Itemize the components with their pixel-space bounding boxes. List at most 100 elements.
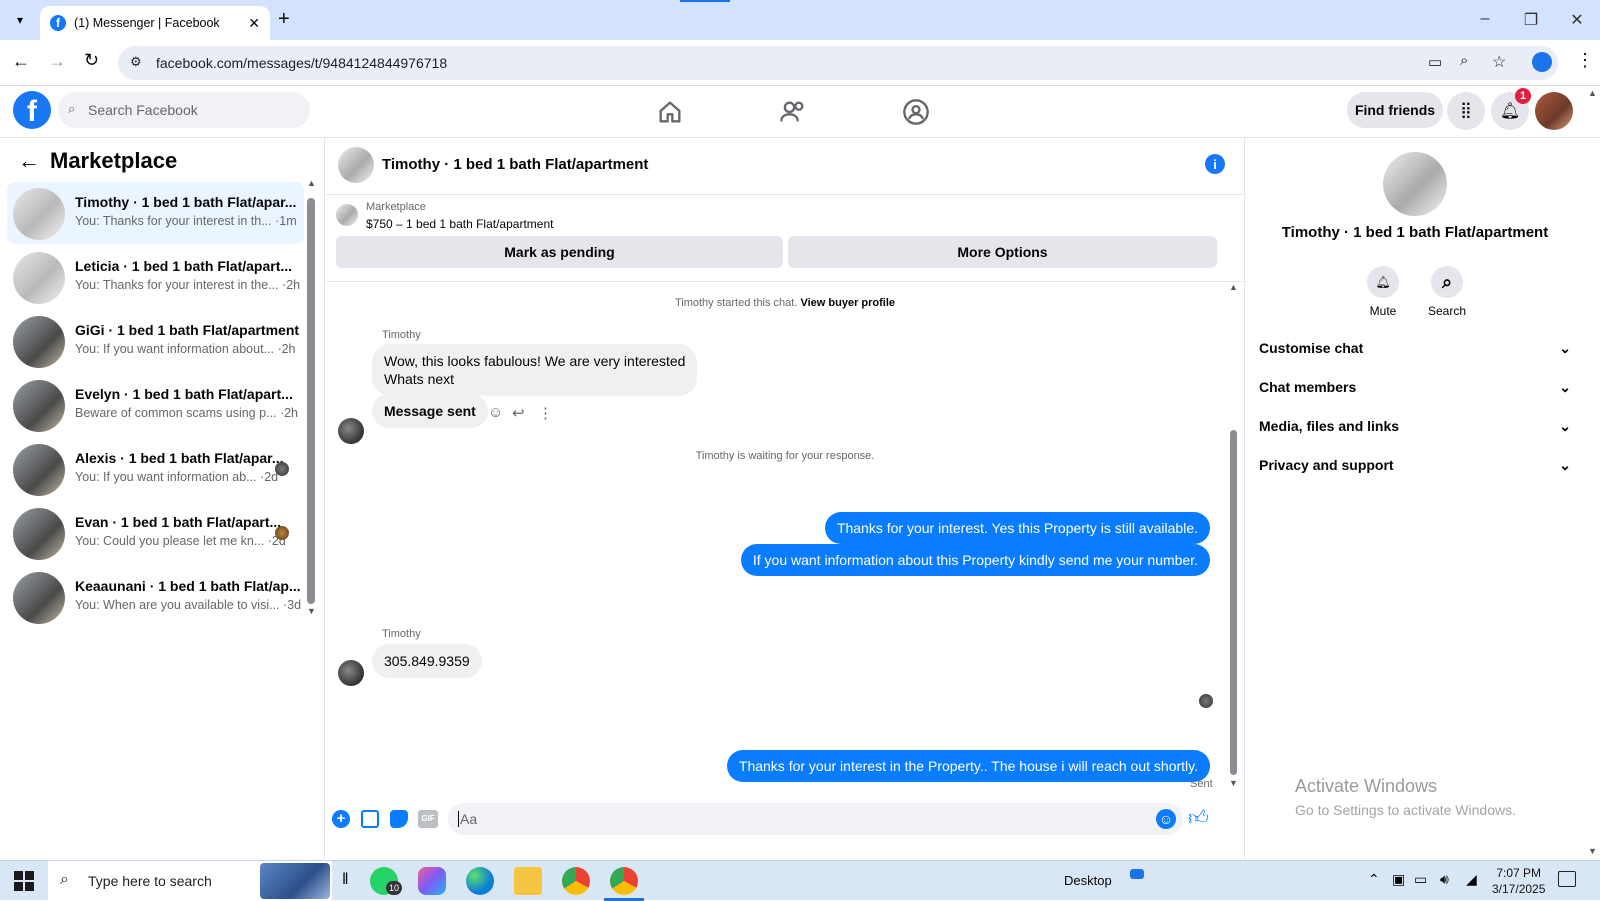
- chrome-profile-icon[interactable]: [610, 867, 638, 895]
- back-button[interactable]: ←: [12, 51, 30, 72]
- react-icon[interactable]: ☺: [488, 404, 503, 421]
- conversation-item[interactable]: Evelyn · 1 bed 1 bath Flat/apart... Bewa…: [7, 374, 304, 436]
- back-arrow-icon[interactable]: ←: [18, 148, 40, 174]
- tab-list-dropdown[interactable]: ▾: [8, 8, 32, 32]
- site-info-icon[interactable]: ⚙: [130, 54, 142, 70]
- task-view-icon[interactable]: ‖: [342, 871, 349, 889]
- menu-grid-button[interactable]: ⣿: [1447, 92, 1485, 130]
- clock-time: 7:07 PM: [1496, 866, 1542, 880]
- reload-button[interactable]: ↻: [84, 50, 99, 71]
- sender-avatar[interactable]: [338, 418, 364, 444]
- bookmark-star-icon[interactable]: ☆: [1492, 52, 1506, 72]
- home-icon[interactable]: [656, 98, 684, 126]
- profile-icon[interactable]: [1532, 52, 1552, 72]
- outgoing-message[interactable]: Thanks for your interest in the Property…: [726, 750, 1210, 782]
- minimize-window-button[interactable]: –: [1470, 10, 1500, 28]
- scroll-down-arrow[interactable]: ▼: [1229, 778, 1238, 788]
- message-composer: + GIF Aa ☺ 👍︎: [326, 800, 1244, 840]
- emoji-icon[interactable]: ☺: [1156, 809, 1176, 829]
- mute-button[interactable]: 🔔︎ Mute: [1353, 266, 1413, 318]
- info-icon[interactable]: i: [1205, 154, 1225, 174]
- view-buyer-profile-link[interactable]: View buyer profile: [800, 297, 895, 309]
- forward-button[interactable]: →: [48, 51, 66, 72]
- scroll-up-arrow[interactable]: ▲: [1588, 88, 1597, 98]
- meet-now-icon[interactable]: ▣: [1392, 871, 1405, 888]
- chrome-icon[interactable]: [562, 867, 590, 895]
- scroll-down-arrow[interactable]: ▼: [307, 606, 316, 616]
- privacy-support-section[interactable]: Privacy and support ⌄: [1259, 453, 1571, 477]
- conversation-item[interactable]: GiGi · 1 bed 1 bath Flat/apartment You: …: [7, 310, 304, 372]
- desktop-label: Desktop: [1064, 873, 1112, 888]
- conversation-item[interactable]: Keaaunani · 1 bed 1 bath Flat/ap... You:…: [7, 566, 304, 628]
- windows-start-icon[interactable]: [14, 871, 34, 891]
- more-options-button[interactable]: More Options: [788, 236, 1217, 268]
- browser-tab[interactable]: f (1) Messenger | Facebook ✕: [40, 6, 270, 40]
- message-input[interactable]: Aa ☺: [448, 803, 1183, 835]
- restore-window-button[interactable]: ❐: [1516, 10, 1546, 30]
- conversation-item[interactable]: Leticia · 1 bed 1 bath Flat/apart... You…: [7, 246, 304, 308]
- sidebar-scrollbar[interactable]: [307, 198, 315, 604]
- new-tab-button[interactable]: +: [278, 8, 290, 31]
- photo-icon[interactable]: [361, 810, 379, 828]
- battery-icon[interactable]: ▭: [1414, 871, 1427, 888]
- reply-icon[interactable]: ↩: [512, 404, 525, 422]
- zoom-icon[interactable]: ⌕: [1460, 52, 1468, 69]
- file-explorer-icon[interactable]: [514, 867, 542, 895]
- sticker-icon[interactable]: [390, 810, 408, 828]
- incoming-message[interactable]: 305.849.9359: [372, 644, 482, 678]
- chat-members-section[interactable]: Chat members ⌄: [1259, 375, 1571, 399]
- search-placeholder: Search Facebook: [88, 102, 198, 118]
- chat-title[interactable]: Timothy · 1 bed 1 bath Flat/apartment: [382, 156, 648, 173]
- volume-icon[interactable]: 🔊︎: [1440, 871, 1449, 888]
- wifi-icon[interactable]: ◢: [1466, 871, 1477, 888]
- account-avatar[interactable]: [1535, 92, 1573, 130]
- system-clock[interactable]: 7:07 PM 3/17/2025: [1492, 865, 1545, 897]
- show-hidden-icons[interactable]: ⌃: [1368, 871, 1380, 888]
- conversation-item[interactable]: Evan · 1 bed 1 bath Flat/apart... You: C…: [7, 502, 304, 564]
- listing-price[interactable]: $750 – 1 bed 1 bath Flat/apartment: [366, 217, 553, 231]
- incoming-message[interactable]: Wow, this looks fabulous! We are very in…: [372, 344, 698, 396]
- mark-as-pending-button[interactable]: Mark as pending: [336, 236, 783, 268]
- page-scrollbar[interactable]: ▲ ▼: [1584, 86, 1600, 860]
- taskbar-search-input[interactable]: ⌕ Type here to search: [48, 861, 332, 901]
- notification-center-icon[interactable]: [1558, 871, 1576, 887]
- chat-scrollbar[interactable]: [1230, 430, 1237, 775]
- weather-icon[interactable]: [1130, 869, 1144, 879]
- search-highlight-image: [260, 863, 330, 899]
- listing-thumbnail: [13, 252, 65, 304]
- sender-avatar[interactable]: [338, 660, 364, 686]
- windows-taskbar: ⌕ Type here to search ‖ 10 Desktop ⌃ ▣ ▭…: [0, 860, 1600, 901]
- groups-icon[interactable]: [902, 98, 930, 126]
- scroll-up-arrow[interactable]: ▲: [307, 178, 316, 188]
- section-label: Privacy and support: [1259, 457, 1394, 473]
- address-bar[interactable]: ⚙ facebook.com/messages/t/94841248449767…: [118, 46, 1558, 80]
- scroll-down-arrow[interactable]: ▼: [1588, 846, 1597, 856]
- chat-started-text: Timothy started this chat.: [674, 297, 798, 309]
- facebook-search-input[interactable]: ⌕ Search Facebook: [58, 92, 310, 128]
- browser-menu-icon[interactable]: ⋮: [1576, 50, 1594, 71]
- more-actions-icon[interactable]: ⋮: [538, 404, 553, 422]
- conversation-title: Leticia · 1 bed 1 bath Flat/apart...: [75, 258, 293, 274]
- outgoing-message[interactable]: If you want information about this Prope…: [740, 544, 1210, 576]
- gif-icon[interactable]: GIF: [418, 810, 438, 828]
- find-friends-button[interactable]: Find friends: [1347, 92, 1443, 128]
- conversation-item[interactable]: Alexis · 1 bed 1 bath Flat/apar... You: …: [7, 438, 304, 500]
- scroll-up-arrow[interactable]: ▲: [1229, 282, 1238, 292]
- facebook-logo[interactable]: f: [13, 91, 51, 129]
- outgoing-message[interactable]: Thanks for your interest. Yes this Prope…: [824, 512, 1210, 544]
- copilot-icon[interactable]: [418, 867, 446, 895]
- desktop-toolbar[interactable]: Desktop: [1064, 873, 1112, 888]
- install-app-icon[interactable]: ▭: [1428, 53, 1442, 71]
- conversation-item[interactable]: Timothy · 1 bed 1 bath Flat/apar... You:…: [7, 182, 304, 244]
- like-thumbs-up-icon[interactable]: 👍︎: [1188, 806, 1209, 830]
- media-files-links-section[interactable]: Media, files and links ⌄: [1259, 414, 1571, 438]
- chat-avatar[interactable]: [338, 147, 374, 183]
- friends-icon[interactable]: [779, 98, 807, 126]
- close-window-button[interactable]: ✕: [1562, 10, 1592, 30]
- search-button[interactable]: ⌕ Search: [1417, 266, 1477, 318]
- edge-icon[interactable]: [466, 867, 494, 895]
- close-tab-icon[interactable]: ✕: [248, 15, 260, 32]
- customise-chat-section[interactable]: Customise chat ⌄: [1259, 336, 1571, 360]
- add-icon[interactable]: +: [332, 810, 350, 828]
- incoming-message[interactable]: Message sent: [372, 394, 488, 428]
